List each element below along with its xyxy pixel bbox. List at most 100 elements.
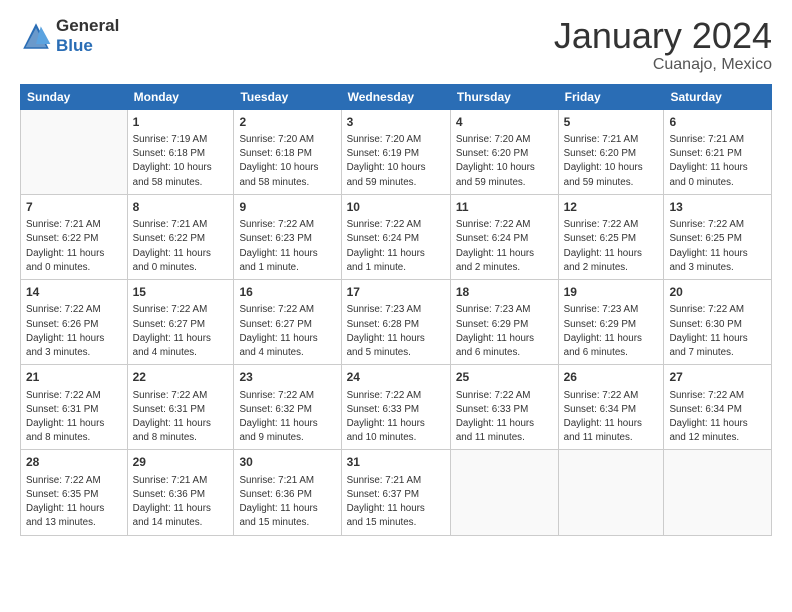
day-info: Sunrise: 7:21 AM Sunset: 6:36 PM Dayligh…: [239, 474, 335, 531]
header-wednesday: Wednesday: [341, 84, 450, 109]
day-number: 17: [347, 284, 445, 301]
day-number: 2: [239, 114, 335, 131]
day-info: Sunrise: 7:21 AM Sunset: 6:36 PM Dayligh…: [133, 474, 229, 531]
day-info: Sunrise: 7:21 AM Sunset: 6:22 PM Dayligh…: [26, 218, 122, 275]
calendar-cell: 26Sunrise: 7:22 AM Sunset: 6:34 PM Dayli…: [558, 365, 664, 450]
day-number: 7: [26, 199, 122, 216]
calendar-cell: 10 Sunrise: 7:22 AM Sunset: 6:24 PM Dayli…: [341, 194, 450, 279]
day-number: 5: [564, 114, 659, 131]
calendar-cell: 16 Sunrise: 7:22 AM Sunset: 6:27 PM Dayli…: [234, 280, 341, 365]
calendar-cell: 28Sunrise: 7:22 AM Sunset: 6:35 PM Dayli…: [21, 450, 128, 535]
calendar-cell: 24 Sunrise: 7:22 AM Sunset: 6:33 PM Dayli…: [341, 365, 450, 450]
calendar-cell: 11 Sunrise: 7:22 AM Sunset: 6:24 PM Dayli…: [450, 194, 558, 279]
location: Cuanajo, Mexico: [554, 56, 772, 74]
calendar-cell: [558, 450, 664, 535]
day-info: Sunrise: 7:22 AM Sunset: 6:33 PM Dayligh…: [456, 389, 553, 446]
calendar-cell: 23 Sunrise: 7:22 AM Sunset: 6:32 PM Dayli…: [234, 365, 341, 450]
header-monday: Monday: [127, 84, 234, 109]
calendar-cell: 17 Sunrise: 7:23 AM Sunset: 6:28 PM Dayli…: [341, 280, 450, 365]
calendar-cell: 7 Sunrise: 7:21 AM Sunset: 6:22 PM Daylig…: [21, 194, 128, 279]
title-section: January 2024 Cuanajo, Mexico: [554, 16, 772, 74]
calendar-cell: 6Sunrise: 7:21 AM Sunset: 6:21 PM Daylig…: [664, 109, 772, 194]
day-number: 24: [347, 369, 445, 386]
day-number: 9: [239, 199, 335, 216]
day-info: Sunrise: 7:22 AM Sunset: 6:25 PM Dayligh…: [564, 218, 659, 275]
calendar-cell: 8 Sunrise: 7:21 AM Sunset: 6:22 PM Daylig…: [127, 194, 234, 279]
header-saturday: Saturday: [664, 84, 772, 109]
calendar-table: Sunday Monday Tuesday Wednesday Thursday…: [20, 84, 772, 536]
day-info: Sunrise: 7:20 AM Sunset: 6:19 PM Dayligh…: [347, 133, 445, 190]
day-number: 8: [133, 199, 229, 216]
day-number: 27: [669, 369, 766, 386]
day-info: Sunrise: 7:22 AM Sunset: 6:30 PM Dayligh…: [669, 303, 766, 360]
day-number: 28: [26, 454, 122, 471]
day-number: 20: [669, 284, 766, 301]
calendar-cell: 21 Sunrise: 7:22 AM Sunset: 6:31 PM Dayli…: [21, 365, 128, 450]
day-number: 22: [133, 369, 229, 386]
day-number: 21: [26, 369, 122, 386]
day-info: Sunrise: 7:22 AM Sunset: 6:31 PM Dayligh…: [133, 389, 229, 446]
day-number: 16: [239, 284, 335, 301]
day-number: 3: [347, 114, 445, 131]
calendar-cell: [450, 450, 558, 535]
header-sunday: Sunday: [21, 84, 128, 109]
day-number: 4: [456, 114, 553, 131]
month-title: January 2024: [554, 16, 772, 56]
day-number: 18: [456, 284, 553, 301]
calendar-cell: 12 Sunrise: 7:22 AM Sunset: 6:25 PM Dayli…: [558, 194, 664, 279]
calendar-cell: 31 Sunrise: 7:21 AM Sunset: 6:37 PM Dayli…: [341, 450, 450, 535]
day-info: Sunrise: 7:23 AM Sunset: 6:29 PM Dayligh…: [456, 303, 553, 360]
calendar-cell: 9 Sunrise: 7:22 AM Sunset: 6:23 PM Daylig…: [234, 194, 341, 279]
day-info: Sunrise: 7:22 AM Sunset: 6:34 PM Dayligh…: [669, 389, 766, 446]
day-info: Sunrise: 7:22 AM Sunset: 6:34 PM Dayligh…: [564, 389, 659, 446]
day-number: 11: [456, 199, 553, 216]
calendar-cell: 3 Sunrise: 7:20 AM Sunset: 6:19 PM Daylig…: [341, 109, 450, 194]
day-number: 1: [133, 114, 229, 131]
calendar-week-2: 7 Sunrise: 7:21 AM Sunset: 6:22 PM Daylig…: [21, 194, 772, 279]
calendar-cell: 25Sunrise: 7:22 AM Sunset: 6:33 PM Dayli…: [450, 365, 558, 450]
calendar-cell: 4Sunrise: 7:20 AM Sunset: 6:20 PM Daylig…: [450, 109, 558, 194]
day-info: Sunrise: 7:19 AM Sunset: 6:18 PM Dayligh…: [133, 133, 229, 190]
calendar-cell: 18 Sunrise: 7:23 AM Sunset: 6:29 PM Dayli…: [450, 280, 558, 365]
calendar-week-5: 28Sunrise: 7:22 AM Sunset: 6:35 PM Dayli…: [21, 450, 772, 535]
day-number: 15: [133, 284, 229, 301]
day-info: Sunrise: 7:21 AM Sunset: 6:21 PM Dayligh…: [669, 133, 766, 190]
calendar-cell: [21, 109, 128, 194]
day-info: Sunrise: 7:22 AM Sunset: 6:25 PM Dayligh…: [669, 218, 766, 275]
calendar-cell: 5 Sunrise: 7:21 AM Sunset: 6:20 PM Daylig…: [558, 109, 664, 194]
day-info: Sunrise: 7:22 AM Sunset: 6:23 PM Dayligh…: [239, 218, 335, 275]
day-info: Sunrise: 7:22 AM Sunset: 6:31 PM Dayligh…: [26, 389, 122, 446]
day-info: Sunrise: 7:20 AM Sunset: 6:18 PM Dayligh…: [239, 133, 335, 190]
calendar-cell: 15 Sunrise: 7:22 AM Sunset: 6:27 PM Dayli…: [127, 280, 234, 365]
day-info: Sunrise: 7:21 AM Sunset: 6:37 PM Dayligh…: [347, 474, 445, 531]
calendar-week-4: 21 Sunrise: 7:22 AM Sunset: 6:31 PM Dayli…: [21, 365, 772, 450]
header-friday: Friday: [558, 84, 664, 109]
day-info: Sunrise: 7:22 AM Sunset: 6:33 PM Dayligh…: [347, 389, 445, 446]
day-info: Sunrise: 7:23 AM Sunset: 6:28 PM Dayligh…: [347, 303, 445, 360]
calendar-cell: 22 Sunrise: 7:22 AM Sunset: 6:31 PM Dayli…: [127, 365, 234, 450]
day-info: Sunrise: 7:22 AM Sunset: 6:26 PM Dayligh…: [26, 303, 122, 360]
day-info: Sunrise: 7:21 AM Sunset: 6:20 PM Dayligh…: [564, 133, 659, 190]
day-info: Sunrise: 7:22 AM Sunset: 6:27 PM Dayligh…: [133, 303, 229, 360]
day-number: 23: [239, 369, 335, 386]
day-number: 31: [347, 454, 445, 471]
day-info: Sunrise: 7:22 AM Sunset: 6:27 PM Dayligh…: [239, 303, 335, 360]
logo-icon: [20, 20, 52, 52]
day-info: Sunrise: 7:22 AM Sunset: 6:24 PM Dayligh…: [456, 218, 553, 275]
page: General Blue January 2024 Cuanajo, Mexic…: [0, 0, 792, 612]
day-number: 10: [347, 199, 445, 216]
calendar-cell: 2 Sunrise: 7:20 AM Sunset: 6:18 PM Daylig…: [234, 109, 341, 194]
header-thursday: Thursday: [450, 84, 558, 109]
day-info: Sunrise: 7:22 AM Sunset: 6:24 PM Dayligh…: [347, 218, 445, 275]
calendar-cell: 19Sunrise: 7:23 AM Sunset: 6:29 PM Dayli…: [558, 280, 664, 365]
day-number: 12: [564, 199, 659, 216]
calendar-cell: 14Sunrise: 7:22 AM Sunset: 6:26 PM Dayli…: [21, 280, 128, 365]
calendar-cell: 27 Sunrise: 7:22 AM Sunset: 6:34 PM Dayli…: [664, 365, 772, 450]
header: General Blue January 2024 Cuanajo, Mexic…: [20, 16, 772, 74]
calendar-cell: 13Sunrise: 7:22 AM Sunset: 6:25 PM Dayli…: [664, 194, 772, 279]
day-number: 29: [133, 454, 229, 471]
day-info: Sunrise: 7:21 AM Sunset: 6:22 PM Dayligh…: [133, 218, 229, 275]
day-info: Sunrise: 7:22 AM Sunset: 6:32 PM Dayligh…: [239, 389, 335, 446]
calendar-cell: [664, 450, 772, 535]
calendar-cell: 30Sunrise: 7:21 AM Sunset: 6:36 PM Dayli…: [234, 450, 341, 535]
